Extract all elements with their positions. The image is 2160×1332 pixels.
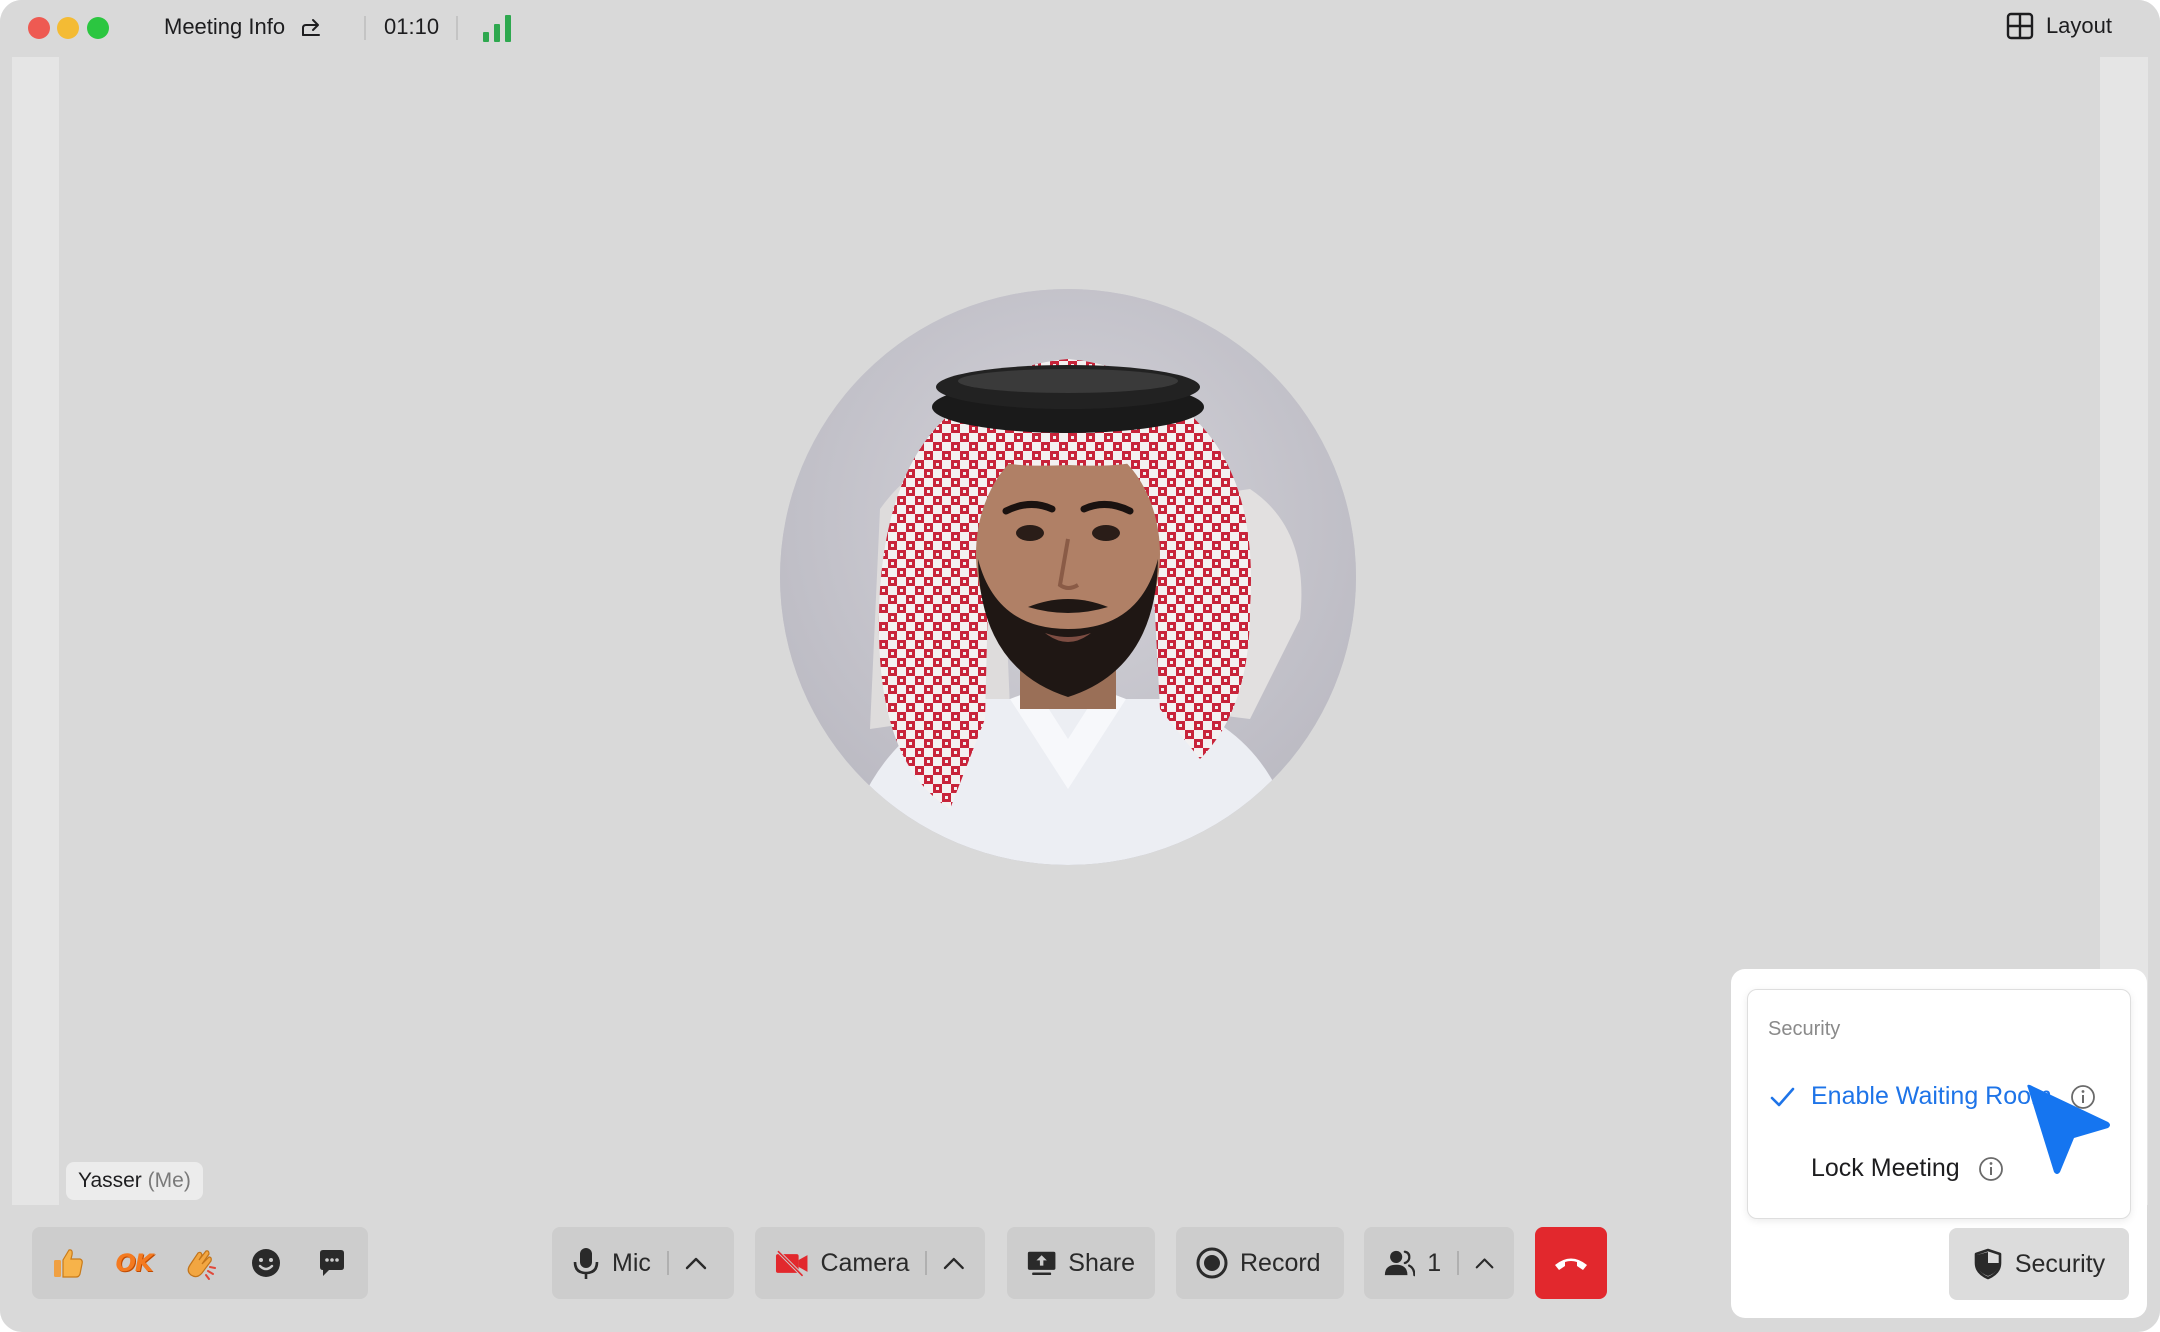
chat-icon xyxy=(320,1250,344,1276)
chevron-up-icon[interactable] xyxy=(685,1256,707,1270)
microphone-icon xyxy=(573,1248,599,1279)
clap-reaction[interactable] xyxy=(178,1241,222,1285)
info-icon[interactable] xyxy=(1978,1156,2004,1182)
enable-waiting-room-label: Enable Waiting Room xyxy=(1811,1082,2052,1110)
title-divider xyxy=(364,16,366,40)
chevron-up-icon[interactable] xyxy=(1475,1256,1494,1270)
meeting-window: Meeting Info 01:10 Layout Yasser (Me) OK… xyxy=(0,0,2160,1332)
title-divider xyxy=(456,16,458,40)
signal-strength-icon[interactable] xyxy=(483,14,513,42)
layout-button[interactable]: Layout xyxy=(2006,12,2112,40)
participants-count: 1 xyxy=(1427,1248,1442,1277)
checkmark-icon xyxy=(1770,1087,1795,1106)
mic-label: Mic xyxy=(612,1248,651,1277)
lock-meeting-option[interactable]: Lock Meeting xyxy=(1768,1154,2004,1183)
chat-button[interactable] xyxy=(310,1241,354,1285)
share-screen-button[interactable]: Share xyxy=(1007,1227,1155,1299)
minimize-window-button[interactable] xyxy=(57,17,79,39)
participant-avatar xyxy=(780,289,1356,865)
record-button[interactable]: Record xyxy=(1176,1227,1344,1299)
security-button[interactable]: Security xyxy=(1949,1228,2129,1300)
record-icon xyxy=(1196,1247,1228,1279)
mic-button[interactable]: Mic xyxy=(552,1227,734,1299)
thumbs-up-reaction[interactable] xyxy=(46,1241,90,1285)
end-call-button[interactable] xyxy=(1535,1227,1607,1299)
participant-photo xyxy=(780,289,1356,865)
camera-label: Camera xyxy=(820,1248,910,1277)
share-screen-icon xyxy=(1027,1251,1056,1276)
emoji-reaction-button[interactable] xyxy=(244,1241,288,1285)
meeting-info-button[interactable]: Meeting Info xyxy=(164,14,323,40)
ok-reaction[interactable]: OK xyxy=(112,1241,156,1285)
security-menu-title: Security xyxy=(1768,1018,1841,1040)
share-label: Share xyxy=(1068,1248,1135,1277)
meeting-timer: 01:10 xyxy=(384,14,440,39)
ok-icon: OK xyxy=(115,1249,154,1277)
grid-layout-icon xyxy=(2006,12,2034,40)
chevron-up-icon[interactable] xyxy=(943,1256,965,1270)
clap-icon xyxy=(187,1250,216,1280)
maximize-window-button[interactable] xyxy=(87,17,109,39)
participants-icon xyxy=(1384,1250,1416,1277)
camera-button[interactable]: Camera xyxy=(755,1227,985,1299)
camera-off-icon xyxy=(775,1249,808,1277)
share-arrow-icon xyxy=(302,19,321,36)
thumbs-up-icon xyxy=(54,1249,83,1278)
participants-divider xyxy=(1457,1251,1459,1275)
participant-self-suffix: (Me) xyxy=(147,1169,191,1192)
lock-meeting-label: Lock Meeting xyxy=(1811,1154,1960,1182)
participant-name-tag: Yasser (Me) xyxy=(66,1162,203,1200)
layout-label: Layout xyxy=(2045,13,2112,38)
mic-divider xyxy=(666,1251,669,1275)
close-window-button[interactable] xyxy=(28,17,50,39)
record-label: Record xyxy=(1240,1248,1321,1277)
participant-name: Yasser xyxy=(78,1169,142,1192)
camera-divider xyxy=(925,1251,928,1275)
smiley-icon xyxy=(252,1249,280,1277)
reactions-bar: OK xyxy=(32,1227,368,1299)
participants-button[interactable]: 1 xyxy=(1364,1227,1514,1299)
pointer-cursor-icon xyxy=(2027,1084,2110,1174)
security-label: Security xyxy=(2014,1249,2106,1278)
hang-up-icon xyxy=(1555,1258,1587,1270)
shield-icon xyxy=(1974,1248,2002,1280)
title-bar: Meeting Info 01:10 Layout xyxy=(0,0,2160,57)
meeting-info-label: Meeting Info xyxy=(164,14,286,39)
